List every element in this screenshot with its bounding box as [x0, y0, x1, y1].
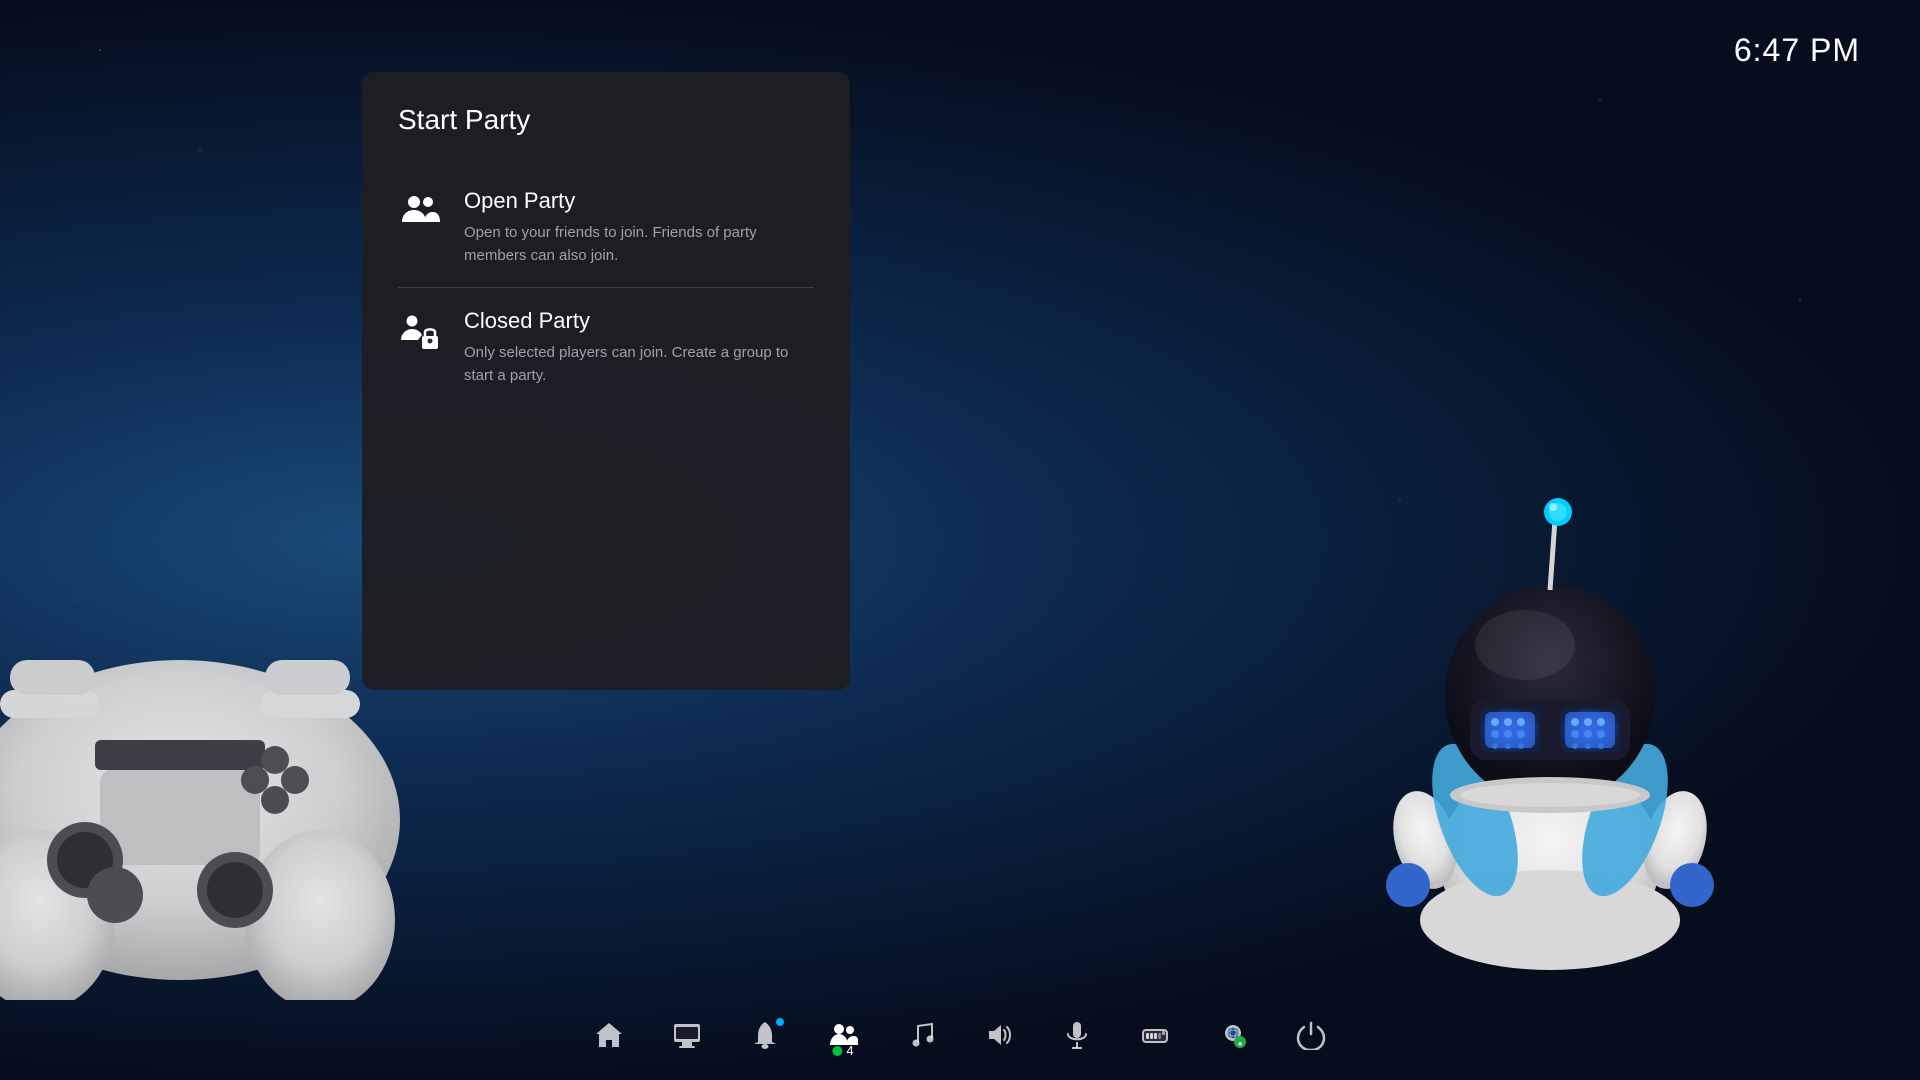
media-icon — [672, 1020, 702, 1050]
open-party-icon — [398, 190, 442, 234]
taskbar-media[interactable] — [672, 1020, 702, 1050]
controller-decoration — [0, 540, 420, 1000]
gamepad-icon — [1140, 1020, 1170, 1050]
start-party-modal: Start Party Open Party Open to your frie… — [362, 72, 850, 690]
friends-badge: 4 — [832, 1043, 853, 1058]
open-party-text: Open Party Open to your friends to join.… — [464, 188, 814, 267]
mic-icon — [1062, 1020, 1092, 1050]
taskbar-friends[interactable]: 4 — [828, 1020, 858, 1050]
music-icon — [906, 1020, 936, 1050]
taskbar-mic[interactable] — [1062, 1020, 1092, 1050]
system-clock: 6:47 PM — [1734, 32, 1860, 69]
svg-text:●: ● — [1238, 1039, 1243, 1048]
volume-icon — [984, 1020, 1014, 1050]
power-icon — [1296, 1020, 1326, 1050]
taskbar-volume[interactable] — [984, 1020, 1014, 1050]
clock-time: 6:47 PM — [1734, 32, 1860, 68]
closed-party-icon — [398, 310, 442, 354]
open-party-option[interactable]: Open Party Open to your friends to join.… — [398, 168, 814, 287]
bell-icon — [750, 1020, 780, 1050]
taskbar-home[interactable] — [594, 1020, 624, 1050]
open-party-name: Open Party — [464, 188, 814, 214]
closed-party-option[interactable]: Closed Party Only selected players can j… — [398, 288, 814, 407]
network-icon: ● — [1218, 1020, 1248, 1050]
closed-party-text: Closed Party Only selected players can j… — [464, 308, 814, 387]
taskbar-gamepad[interactable] — [1140, 1020, 1170, 1050]
modal-title: Start Party — [398, 104, 814, 136]
open-party-description: Open to your friends to join. Friends of… — [464, 222, 814, 267]
taskbar-network[interactable]: ● — [1218, 1020, 1248, 1050]
taskbar: 4 — [0, 990, 1920, 1080]
taskbar-music[interactable] — [906, 1020, 936, 1050]
notification-dot — [776, 1018, 784, 1026]
taskbar-notifications[interactable] — [750, 1020, 780, 1050]
closed-party-description: Only selected players can join. Create a… — [464, 342, 814, 387]
taskbar-power[interactable] — [1296, 1020, 1326, 1050]
closed-party-name: Closed Party — [464, 308, 814, 334]
astro-decoration — [1260, 440, 1840, 1000]
friends-count: 4 — [846, 1043, 853, 1058]
home-icon — [594, 1020, 624, 1050]
online-status-dot — [832, 1046, 842, 1056]
